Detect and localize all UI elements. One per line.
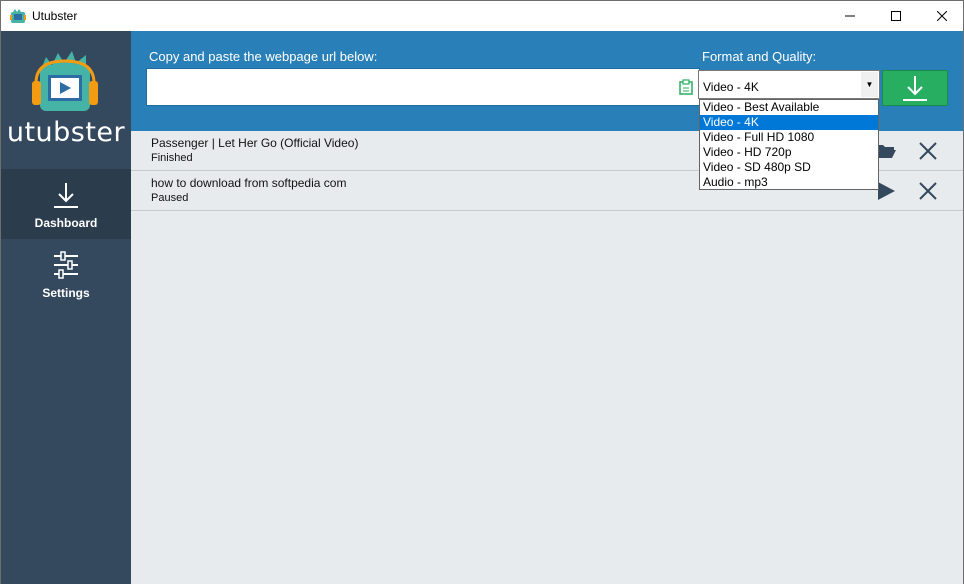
- chevron-down-icon[interactable]: ▼: [861, 72, 878, 97]
- sidebar-item-label: Dashboard: [34, 216, 98, 230]
- sliders-icon: [54, 251, 78, 279]
- sidebar-item-label: Settings: [42, 286, 90, 300]
- window-title: Utubster: [32, 9, 78, 23]
- brand-name: utubster: [6, 117, 126, 148]
- format-option-720[interactable]: Video - HD 720p: [700, 145, 878, 160]
- format-label: Format and Quality:: [702, 49, 817, 64]
- format-dropdown-list[interactable]: Video - Best Available Video - 4K Video …: [699, 99, 879, 190]
- format-select[interactable]: Video - 4K ▼: [698, 70, 880, 99]
- url-label: Copy and paste the webpage url below:: [149, 49, 378, 64]
- sidebar-item-settings[interactable]: Settings: [1, 239, 131, 309]
- download-status: Paused: [151, 192, 189, 204]
- format-option-1080[interactable]: Video - Full HD 1080: [700, 130, 878, 145]
- close-icon: [937, 11, 947, 21]
- download-title: Passenger | Let Her Go (Official Video): [151, 136, 359, 150]
- maximize-button[interactable]: [873, 1, 919, 31]
- close-icon[interactable]: [918, 141, 938, 161]
- url-input[interactable]: [146, 68, 700, 106]
- download-title: how to download from softpedia com: [151, 176, 347, 190]
- format-option-best[interactable]: Video - Best Available: [700, 100, 878, 115]
- download-button[interactable]: [882, 70, 948, 106]
- close-button[interactable]: [919, 1, 964, 31]
- format-option-480[interactable]: Video - SD 480p SD: [700, 160, 878, 175]
- download-arrow-icon: [54, 183, 78, 208]
- download-status: Finished: [151, 152, 193, 164]
- maximize-icon: [891, 11, 901, 21]
- downloads-list: Passenger | Let Her Go (Official Video) …: [131, 131, 963, 584]
- sidebar-item-dashboard[interactable]: Dashboard: [1, 169, 131, 239]
- format-option-4k[interactable]: Video - 4K: [700, 115, 878, 130]
- title-bar[interactable]: Utubster: [1, 1, 963, 31]
- app-window: Utubster utubster Dashboard Settings Cop…: [0, 0, 964, 584]
- clipboard-icon[interactable]: [679, 79, 693, 95]
- app-logo-icon: [10, 9, 26, 23]
- minimize-icon: [845, 15, 855, 17]
- app-logo-icon: [32, 51, 98, 111]
- close-icon[interactable]: [918, 181, 938, 201]
- minimize-button[interactable]: [827, 1, 873, 31]
- format-option-mp3[interactable]: Audio - mp3: [700, 175, 878, 190]
- format-selected-value: Video - 4K: [703, 80, 759, 94]
- download-arrow-icon: [903, 76, 927, 101]
- sidebar: utubster Dashboard Settings: [1, 31, 131, 584]
